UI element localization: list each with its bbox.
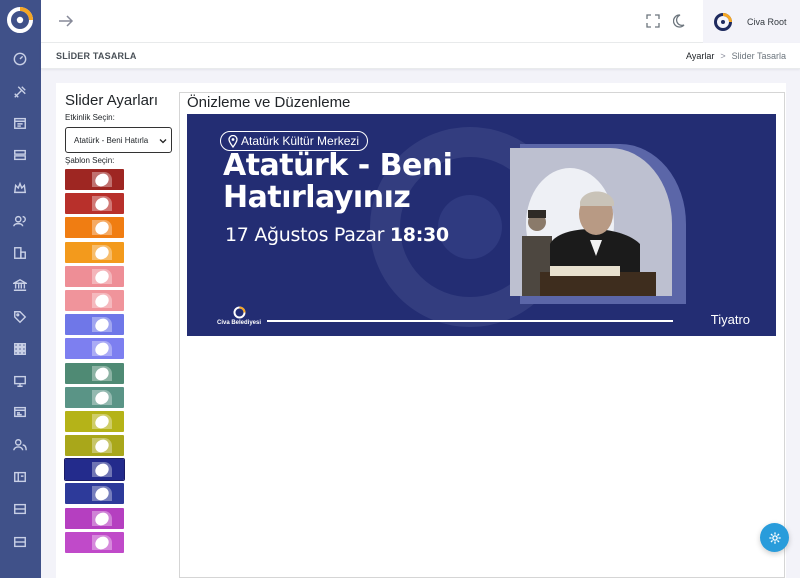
arrow-right-icon[interactable] (57, 12, 75, 30)
user-name: Civa Root (747, 16, 787, 27)
template-swatch[interactable] (65, 338, 124, 360)
moon-icon[interactable] (673, 13, 689, 29)
slider-banner[interactable]: Atatürk Kültür Merkezi Atatürk - Beni Ha… (187, 114, 776, 336)
template-preview-shape (92, 462, 112, 478)
grid-icon[interactable] (11, 340, 29, 358)
municipality-logo: Civa Belediyesi (213, 306, 265, 326)
breadcrumb-separator: > (720, 51, 726, 61)
settings-fab[interactable] (760, 523, 789, 552)
template-preview-shape (92, 413, 112, 429)
server-icon[interactable] (11, 146, 29, 164)
bank-icon[interactable] (11, 276, 29, 294)
template-swatch[interactable] (65, 217, 124, 239)
template-swatch[interactable] (65, 289, 124, 311)
template-preview-shape (92, 268, 112, 284)
calendar-icon[interactable] (11, 114, 29, 132)
slider-settings-panel: Slider Ayarları Etkinlik Seçin: Atatürk … (64, 92, 177, 556)
template-swatches (64, 169, 177, 553)
template-swatch[interactable] (65, 531, 124, 553)
template-swatch[interactable] (65, 314, 124, 336)
template-preview-shape (92, 534, 112, 550)
event-photo (510, 144, 686, 304)
event-category: Tiyatro (710, 312, 750, 327)
template-preview-shape (92, 341, 112, 357)
event-label: Etkinlik Seçin: (65, 113, 115, 122)
template-preview-shape (92, 292, 112, 308)
preview-panel: Önizleme ve Düzenleme Atatürk Kültür Mer… (179, 92, 785, 578)
template-preview-shape (92, 244, 112, 260)
preview-title: Önizleme ve Düzenleme (187, 94, 351, 111)
template-swatch[interactable] (65, 483, 124, 505)
template-preview-shape (92, 317, 112, 333)
template-swatch[interactable] (64, 458, 125, 482)
breadcrumb-current: Slider Tasarla (731, 51, 786, 61)
people-icon[interactable] (11, 436, 29, 454)
civa-logo[interactable] (7, 7, 33, 33)
dashboard-icon[interactable] (11, 50, 29, 68)
user-menu[interactable]: Civa Root (703, 0, 800, 43)
template-label: Şablon Seçin: (65, 156, 115, 165)
municipality-name: Civa Belediyesi (216, 320, 262, 326)
slider-icon[interactable] (11, 500, 29, 518)
tools-icon[interactable] (11, 83, 29, 101)
sidebar (0, 0, 41, 578)
tag-icon[interactable] (11, 308, 29, 326)
event-time: 18:30 (389, 224, 449, 246)
settings-title: Slider Ayarları (65, 92, 159, 109)
event-datetime: 17 Ağustos Pazar 18:30 (225, 224, 449, 246)
template-preview-shape (92, 220, 112, 236)
template-preview-shape (92, 196, 112, 212)
event-select[interactable]: Atatürk - Beni Hatırla (65, 127, 172, 153)
template-swatch[interactable] (65, 241, 124, 263)
topbar: Civa Root (41, 0, 800, 43)
template-preview-shape (92, 510, 112, 526)
breadcrumb: Ayarlar > Slider Tasarla (686, 51, 786, 61)
template-swatch[interactable] (65, 169, 124, 190)
crown-icon[interactable] (11, 179, 29, 197)
template-swatch[interactable] (65, 507, 124, 529)
breadcrumb-parent[interactable]: Ayarlar (686, 51, 714, 61)
fullscreen-icon[interactable] (645, 13, 661, 29)
template-preview-shape (92, 365, 112, 381)
chevron-down-icon (159, 139, 167, 144)
content-card: Slider Ayarları Etkinlik Seçin: Atatürk … (56, 83, 786, 578)
template-preview-shape (92, 172, 112, 187)
page-title-bar: SLİDER TASARLA Ayarlar > Slider Tasarla (41, 43, 800, 69)
civa-logo-small (233, 306, 245, 319)
event-select-value: Atatürk - Beni Hatırla (74, 135, 149, 145)
layers-icon[interactable] (11, 533, 29, 551)
page-title: SLİDER TASARLA (56, 51, 137, 61)
location-pin-icon (228, 135, 238, 148)
template-swatch[interactable] (65, 386, 124, 408)
presentation-icon[interactable] (11, 372, 29, 390)
template-preview-shape (92, 389, 112, 405)
template-swatch[interactable] (65, 410, 124, 432)
template-swatch[interactable] (65, 435, 124, 457)
template-preview-shape (92, 486, 112, 502)
location-text: Atatürk Kültür Merkezi (241, 134, 360, 148)
browser-icon[interactable] (11, 403, 29, 421)
gear-icon (768, 531, 781, 544)
event-date: 17 Ağustos Pazar (225, 224, 385, 246)
template-swatch[interactable] (65, 265, 124, 287)
template-preview-shape (92, 438, 112, 454)
template-swatch[interactable] (65, 193, 124, 215)
event-title: Atatürk - Beni Hatırlayınız (223, 148, 453, 215)
template-swatch[interactable] (65, 362, 124, 384)
ticket-icon[interactable] (11, 468, 29, 486)
building-icon[interactable] (11, 244, 29, 262)
users-icon[interactable] (11, 212, 29, 230)
footer-line (267, 320, 673, 322)
user-avatar (714, 12, 732, 31)
